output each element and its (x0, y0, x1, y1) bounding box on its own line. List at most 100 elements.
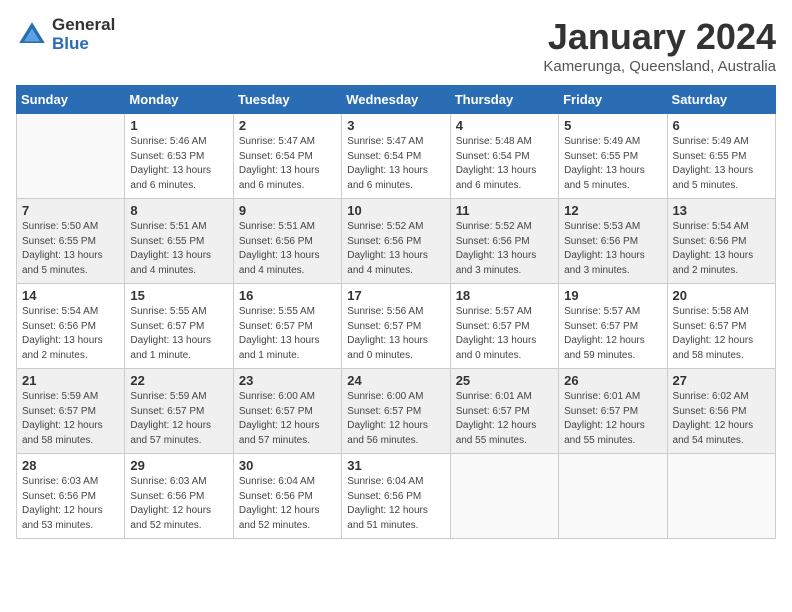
day-info: Sunrise: 5:53 AM Sunset: 6:56 PM Dayligh… (564, 220, 661, 278)
day-info: Sunrise: 5:59 AM Sunset: 6:57 PM Dayligh… (22, 390, 119, 448)
weekday-header-sunday: Sunday (17, 86, 125, 114)
day-number: 27 (673, 373, 770, 388)
calendar-cell (17, 114, 125, 199)
week-row-1: 1Sunrise: 5:46 AM Sunset: 6:53 PM Daylig… (17, 114, 776, 199)
weekday-header-tuesday: Tuesday (233, 86, 341, 114)
day-number: 31 (347, 458, 444, 473)
day-info: Sunrise: 6:03 AM Sunset: 6:56 PM Dayligh… (22, 475, 119, 533)
day-info: Sunrise: 5:47 AM Sunset: 6:54 PM Dayligh… (239, 135, 336, 193)
day-info: Sunrise: 6:00 AM Sunset: 6:57 PM Dayligh… (347, 390, 444, 448)
calendar-cell: 15Sunrise: 5:55 AM Sunset: 6:57 PM Dayli… (125, 284, 233, 369)
calendar-cell: 31 Sunrise: 6:04 AM Sunset: 6:56 PM Dayli… (342, 454, 450, 539)
calendar-cell: 24 Sunrise: 6:00 AM Sunset: 6:57 PM Dayli… (342, 369, 450, 454)
logo: General Blue (16, 16, 115, 53)
calendar-title: January 2024 (543, 16, 776, 58)
weekday-header-monday: Monday (125, 86, 233, 114)
day-number: 12 (564, 203, 661, 218)
calendar-cell: 5 Sunrise: 5:49 AM Sunset: 6:55 PM Daylig… (559, 114, 667, 199)
calendar-cell: 18 Sunrise: 5:57 AM Sunset: 6:57 PM Dayli… (450, 284, 558, 369)
calendar-cell: 9Sunrise: 5:51 AM Sunset: 6:56 PM Daylig… (233, 199, 341, 284)
day-number: 26 (564, 373, 661, 388)
calendar-cell: 26 Sunrise: 6:01 AM Sunset: 6:57 PM Dayli… (559, 369, 667, 454)
day-number: 7 (22, 203, 119, 218)
day-number: 11 (456, 203, 553, 218)
day-number: 5 (564, 118, 661, 133)
day-number: 2 (239, 118, 336, 133)
day-info: Sunrise: 5:48 AM Sunset: 6:54 PM Dayligh… (456, 135, 553, 193)
day-number: 15 (130, 288, 227, 303)
weekday-header-wednesday: Wednesday (342, 86, 450, 114)
day-info: Sunrise: 5:57 AM Sunset: 6:57 PM Dayligh… (564, 305, 661, 363)
calendar-cell: 3Sunrise: 5:47 AM Sunset: 6:54 PM Daylig… (342, 114, 450, 199)
day-info: Sunrise: 5:59 AM Sunset: 6:57 PM Dayligh… (130, 390, 227, 448)
day-info: Sunrise: 6:04 AM Sunset: 6:56 PM Dayligh… (347, 475, 444, 533)
calendar-location: Kamerunga, Queensland, Australia (543, 58, 776, 75)
weekday-header-friday: Friday (559, 86, 667, 114)
calendar-cell (559, 454, 667, 539)
calendar-cell: 16 Sunrise: 5:55 AM Sunset: 6:57 PM Dayli… (233, 284, 341, 369)
day-number: 25 (456, 373, 553, 388)
weekday-header-thursday: Thursday (450, 86, 558, 114)
day-info: Sunrise: 5:47 AM Sunset: 6:54 PM Dayligh… (347, 135, 444, 193)
calendar-cell: 13 Sunrise: 5:54 AM Sunset: 6:56 PM Dayli… (667, 199, 775, 284)
day-number: 30 (239, 458, 336, 473)
day-info: Sunrise: 5:52 AM Sunset: 6:56 PM Dayligh… (347, 220, 444, 278)
calendar-cell: 2 Sunrise: 5:47 AM Sunset: 6:54 PM Daylig… (233, 114, 341, 199)
day-number: 8 (130, 203, 227, 218)
day-info: Sunrise: 5:54 AM Sunset: 6:56 PM Dayligh… (673, 220, 770, 278)
day-number: 10 (347, 203, 444, 218)
calendar-cell: 28 Sunrise: 6:03 AM Sunset: 6:56 PM Dayli… (17, 454, 125, 539)
calendar-cell: 10 Sunrise: 5:52 AM Sunset: 6:56 PM Dayli… (342, 199, 450, 284)
day-number: 28 (22, 458, 119, 473)
day-number: 13 (673, 203, 770, 218)
page-header: General Blue January 2024 Kamerunga, Que… (16, 16, 776, 75)
day-info: Sunrise: 6:01 AM Sunset: 6:57 PM Dayligh… (456, 390, 553, 448)
weekday-header-row: SundayMondayTuesdayWednesdayThursdayFrid… (17, 86, 776, 114)
day-number: 4 (456, 118, 553, 133)
day-number: 16 (239, 288, 336, 303)
week-row-2: 7 Sunrise: 5:50 AM Sunset: 6:55 PM Daylig… (17, 199, 776, 284)
calendar-cell: 22 Sunrise: 5:59 AM Sunset: 6:57 PM Dayli… (125, 369, 233, 454)
calendar-cell: 23Sunrise: 6:00 AM Sunset: 6:57 PM Dayli… (233, 369, 341, 454)
logo-icon (16, 19, 48, 51)
logo-blue-text: Blue (52, 35, 115, 54)
day-number: 22 (130, 373, 227, 388)
calendar-cell: 30 Sunrise: 6:04 AM Sunset: 6:56 PM Dayli… (233, 454, 341, 539)
day-number: 18 (456, 288, 553, 303)
day-info: Sunrise: 5:56 AM Sunset: 6:57 PM Dayligh… (347, 305, 444, 363)
day-number: 19 (564, 288, 661, 303)
day-info: Sunrise: 5:49 AM Sunset: 6:55 PM Dayligh… (673, 135, 770, 193)
day-info: Sunrise: 6:00 AM Sunset: 6:57 PM Dayligh… (239, 390, 336, 448)
day-info: Sunrise: 6:02 AM Sunset: 6:56 PM Dayligh… (673, 390, 770, 448)
day-number: 21 (22, 373, 119, 388)
day-info: Sunrise: 5:57 AM Sunset: 6:57 PM Dayligh… (456, 305, 553, 363)
day-number: 24 (347, 373, 444, 388)
day-info: Sunrise: 5:46 AM Sunset: 6:53 PM Dayligh… (130, 135, 227, 193)
day-number: 29 (130, 458, 227, 473)
calendar-cell: 21 Sunrise: 5:59 AM Sunset: 6:57 PM Dayli… (17, 369, 125, 454)
day-info: Sunrise: 5:55 AM Sunset: 6:57 PM Dayligh… (239, 305, 336, 363)
logo-text: General Blue (52, 16, 115, 53)
calendar-cell (450, 454, 558, 539)
title-block: January 2024 Kamerunga, Queensland, Aust… (543, 16, 776, 75)
day-info: Sunrise: 5:51 AM Sunset: 6:56 PM Dayligh… (239, 220, 336, 278)
day-number: 17 (347, 288, 444, 303)
day-info: Sunrise: 5:50 AM Sunset: 6:55 PM Dayligh… (22, 220, 119, 278)
calendar-cell: 4 Sunrise: 5:48 AM Sunset: 6:54 PM Daylig… (450, 114, 558, 199)
calendar-cell: 7 Sunrise: 5:50 AM Sunset: 6:55 PM Daylig… (17, 199, 125, 284)
calendar-cell: 19 Sunrise: 5:57 AM Sunset: 6:57 PM Dayli… (559, 284, 667, 369)
day-info: Sunrise: 6:04 AM Sunset: 6:56 PM Dayligh… (239, 475, 336, 533)
calendar-cell: 27 Sunrise: 6:02 AM Sunset: 6:56 PM Dayli… (667, 369, 775, 454)
day-info: Sunrise: 5:49 AM Sunset: 6:55 PM Dayligh… (564, 135, 661, 193)
calendar-cell: 20Sunrise: 5:58 AM Sunset: 6:57 PM Dayli… (667, 284, 775, 369)
day-info: Sunrise: 5:51 AM Sunset: 6:55 PM Dayligh… (130, 220, 227, 278)
calendar-cell: 12 Sunrise: 5:53 AM Sunset: 6:56 PM Dayli… (559, 199, 667, 284)
calendar-cell: 29Sunrise: 6:03 AM Sunset: 6:56 PM Dayli… (125, 454, 233, 539)
day-info: Sunrise: 6:01 AM Sunset: 6:57 PM Dayligh… (564, 390, 661, 448)
weekday-header-saturday: Saturday (667, 86, 775, 114)
calendar-cell: 14Sunrise: 5:54 AM Sunset: 6:56 PM Dayli… (17, 284, 125, 369)
logo-general-text: General (52, 16, 115, 35)
calendar-cell: 11Sunrise: 5:52 AM Sunset: 6:56 PM Dayli… (450, 199, 558, 284)
day-number: 14 (22, 288, 119, 303)
calendar-table: SundayMondayTuesdayWednesdayThursdayFrid… (16, 85, 776, 539)
